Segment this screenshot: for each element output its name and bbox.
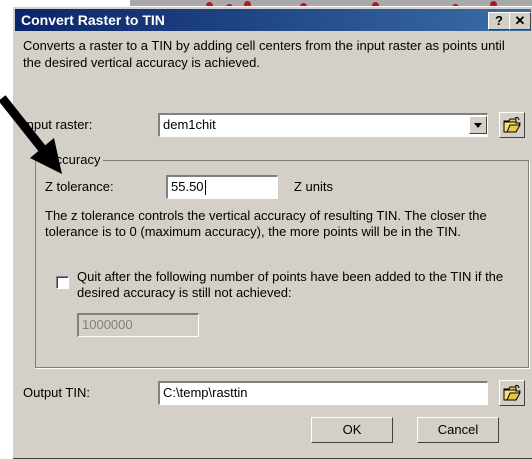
input-raster-select[interactable]: dem1chit <box>158 113 488 137</box>
chevron-down-icon <box>474 123 482 128</box>
input-raster-value: dem1chit <box>163 117 216 132</box>
max-points-input[interactable]: 1000000 <box>77 313 199 337</box>
arrow-pointer-icon <box>0 95 62 174</box>
window-title: Convert Raster to TIN <box>21 12 165 28</box>
input-raster-dropdown-button[interactable] <box>469 116 487 134</box>
open-folder-icon <box>503 116 521 133</box>
quit-after-points-checkbox[interactable] <box>56 276 69 289</box>
input-raster-browse-button[interactable] <box>499 112 525 138</box>
accuracy-group: Accuracy Z tolerance: 55.50 Z units The … <box>35 152 529 368</box>
open-folder-icon <box>503 384 521 401</box>
output-tin-input[interactable]: C:\temp\rasttin <box>158 381 488 405</box>
output-tin-label: Output TIN: <box>23 385 90 400</box>
cancel-button[interactable]: Cancel <box>417 417 499 443</box>
title-bar[interactable]: Convert Raster to TIN ? ✕ <box>15 9 531 31</box>
text-cursor <box>204 180 206 196</box>
help-button[interactable]: ? <box>488 12 510 30</box>
z-tolerance-value: 55.50 <box>171 179 204 194</box>
close-button[interactable]: ✕ <box>509 12 531 30</box>
z-units-label: Z units <box>294 179 334 194</box>
dialog-description: Converts a raster to a TIN by adding cel… <box>23 38 505 70</box>
z-tolerance-note: The z tolerance controls the vertical ac… <box>45 208 487 239</box>
output-tin-browse-button[interactable] <box>499 380 525 406</box>
convert-raster-to-tin-dialog: Convert Raster to TIN ? ✕ Converts a ras… <box>12 6 532 459</box>
z-tolerance-input[interactable]: 55.50 <box>166 175 278 199</box>
ok-button[interactable]: OK <box>311 417 393 443</box>
quit-after-points-label: Quit after the following number of point… <box>77 269 504 300</box>
